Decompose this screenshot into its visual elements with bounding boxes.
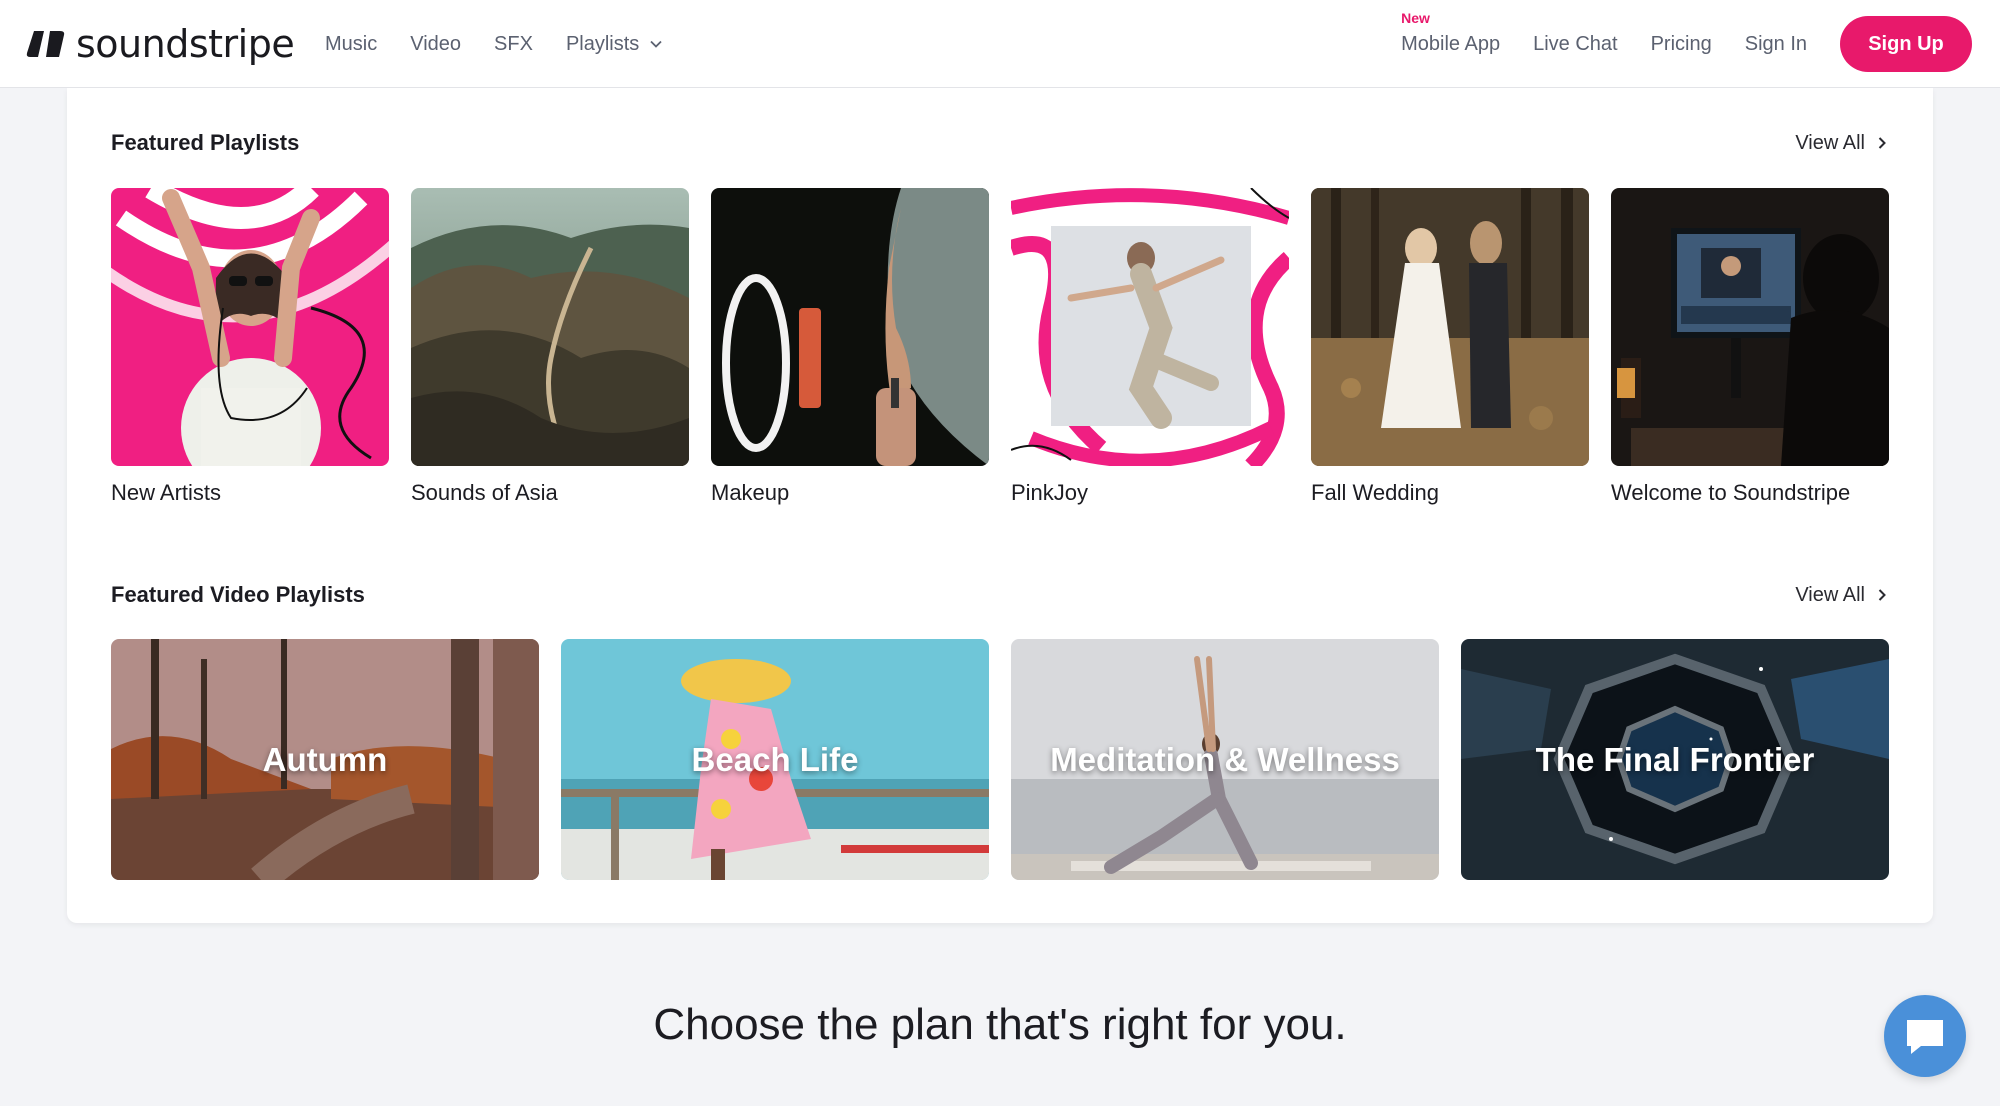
featured-video-playlists-row: Autumn Beach Life Meditation & Wellness … xyxy=(111,639,1889,880)
chat-widget-button[interactable] xyxy=(1884,995,1966,1077)
playlist-card[interactable]: Sounds of Asia xyxy=(411,188,689,506)
playlist-title[interactable]: New Artists xyxy=(111,480,389,506)
chevron-down-icon xyxy=(650,40,662,48)
featured-playlists-title: Featured Playlists xyxy=(111,130,300,155)
pinkjoy-image xyxy=(1011,188,1289,466)
playlist-thumbnail[interactable] xyxy=(111,188,389,466)
logo-text: soundstripe xyxy=(76,22,295,66)
playlist-title[interactable]: PinkJoy xyxy=(1011,480,1289,506)
playlists-card: Featured Playlists View All New Artists … xyxy=(67,88,1933,923)
playlist-title[interactable]: Welcome to Soundstripe xyxy=(1611,480,1889,506)
view-all-label: View All xyxy=(1795,583,1865,606)
nav-pricing[interactable]: Pricing xyxy=(1651,33,1712,56)
video-playlist-title: The Final Frontier xyxy=(1535,740,1815,778)
soundstripe-logo-mark-icon xyxy=(26,31,65,57)
video-playlist-card[interactable]: Meditation & Wellness xyxy=(1011,639,1439,880)
playlist-thumbnail[interactable] xyxy=(1611,188,1889,466)
playlist-card[interactable]: PinkJoy xyxy=(1011,188,1289,506)
featured-playlists-header: Featured Playlists View All xyxy=(111,128,1889,158)
chevron-right-icon xyxy=(1878,589,1886,601)
chevron-right-icon xyxy=(1878,137,1886,149)
featured-playlists-view-all-link[interactable]: View All xyxy=(1795,132,1889,155)
video-playlist-title: Autumn xyxy=(262,740,388,778)
playlist-card[interactable]: New Artists xyxy=(111,188,389,506)
featured-playlists-row: New Artists Sounds of Asia Makeup PinkJo… xyxy=(111,188,1889,508)
chat-icon xyxy=(1907,1020,1943,1054)
view-all-label: View All xyxy=(1795,131,1865,154)
pricing-heading: Choose the plan that's right for you. xyxy=(653,1000,1347,1049)
sign-up-button[interactable]: Sign Up xyxy=(1840,16,1972,72)
nav-music[interactable]: Music xyxy=(325,33,377,56)
playlist-card[interactable]: Fall Wedding xyxy=(1311,188,1589,506)
nav-sfx[interactable]: SFX xyxy=(494,33,533,56)
playlist-thumbnail[interactable] xyxy=(411,188,689,466)
new-badge: New xyxy=(1401,9,1430,26)
top-nav: soundstripe Music Video SFX Playlists Ne… xyxy=(0,0,2000,88)
playlist-thumbnail[interactable] xyxy=(1311,188,1589,466)
makeup-image xyxy=(711,188,989,466)
nav-playlists-dropdown[interactable]: Playlists xyxy=(566,33,663,56)
video-playlist-title: Beach Life xyxy=(691,740,859,778)
video-playlist-card[interactable]: Beach Life xyxy=(561,639,989,880)
video-playlist-card[interactable]: The Final Frontier xyxy=(1461,639,1889,880)
nav-video[interactable]: Video xyxy=(410,33,461,56)
playlist-card[interactable]: Welcome to Soundstripe xyxy=(1611,188,1889,506)
welcome-to-soundstripe-image xyxy=(1611,188,1889,466)
nav-live-chat[interactable]: Live Chat xyxy=(1533,33,1618,56)
nav-mobile-app[interactable]: New Mobile App xyxy=(1401,10,1501,56)
fall-wedding-image xyxy=(1311,188,1589,466)
new-artists-image xyxy=(111,188,389,466)
video-playlist-card[interactable]: Autumn xyxy=(111,639,539,880)
sounds-of-asia-image xyxy=(411,188,689,466)
nav-playlists-label: Playlists xyxy=(565,32,640,55)
featured-video-playlists-view-all-link[interactable]: View All xyxy=(1795,584,1889,607)
playlist-title[interactable]: Fall Wedding xyxy=(1311,480,1589,506)
featured-video-playlists-title: Featured Video Playlists xyxy=(111,582,365,607)
primary-nav: Music Video SFX Playlists xyxy=(325,0,663,88)
soundstripe-logo[interactable]: soundstripe xyxy=(26,22,295,66)
playlist-thumbnail[interactable] xyxy=(711,188,989,466)
video-playlist-title: Meditation & Wellness xyxy=(1050,740,1400,778)
mobile-app-label: Mobile App xyxy=(1401,32,1501,55)
sign-in-link[interactable]: Sign In xyxy=(1745,33,1807,56)
featured-video-playlists-header: Featured Video Playlists View All xyxy=(111,580,1889,610)
playlist-title[interactable]: Sounds of Asia xyxy=(411,480,689,506)
playlist-card[interactable]: Makeup xyxy=(711,188,989,506)
playlist-thumbnail[interactable] xyxy=(1011,188,1289,466)
playlist-title[interactable]: Makeup xyxy=(711,480,989,506)
secondary-nav: New Mobile App Live Chat Pricing Sign In… xyxy=(1401,0,2000,88)
